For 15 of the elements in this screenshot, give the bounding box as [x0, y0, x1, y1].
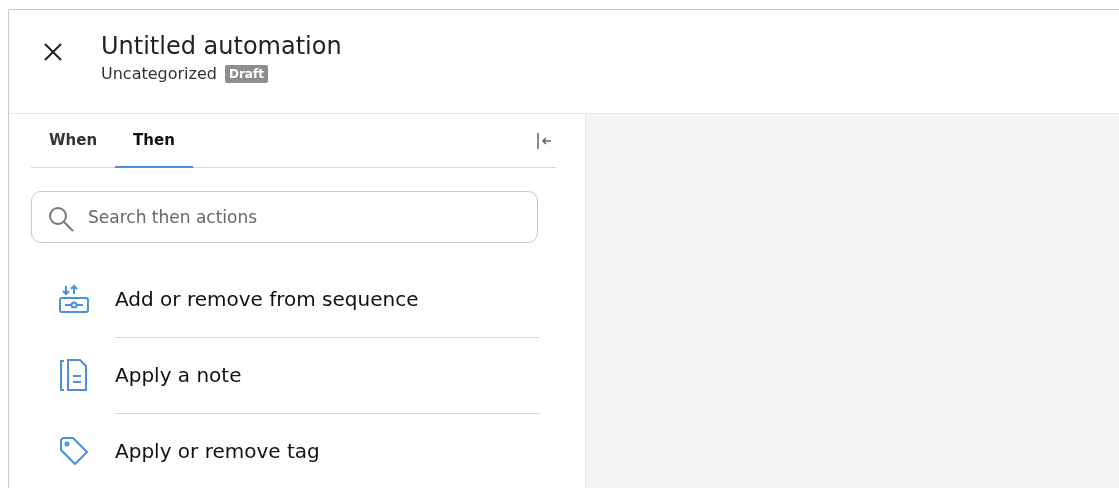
close-icon [43, 42, 63, 62]
automation-title: Untitled automation [101, 32, 342, 60]
tag-icon [59, 436, 89, 466]
sequence-icon [58, 284, 90, 314]
status-badge: Draft [224, 64, 268, 83]
tab[interactable]: When [31, 114, 116, 168]
search-field[interactable]: Search then actions [31, 191, 538, 243]
action-item[interactable]: Apply or remove tag [31, 413, 585, 488]
tab[interactable]: Then [115, 114, 193, 168]
action-item[interactable]: Add or remove from sequence [31, 261, 585, 337]
collapse-icon [536, 131, 554, 150]
search-icon [47, 205, 75, 234]
category-label: Uncategorized [101, 64, 217, 83]
action-item[interactable]: Apply a note [31, 337, 585, 413]
document-icon [59, 358, 89, 392]
